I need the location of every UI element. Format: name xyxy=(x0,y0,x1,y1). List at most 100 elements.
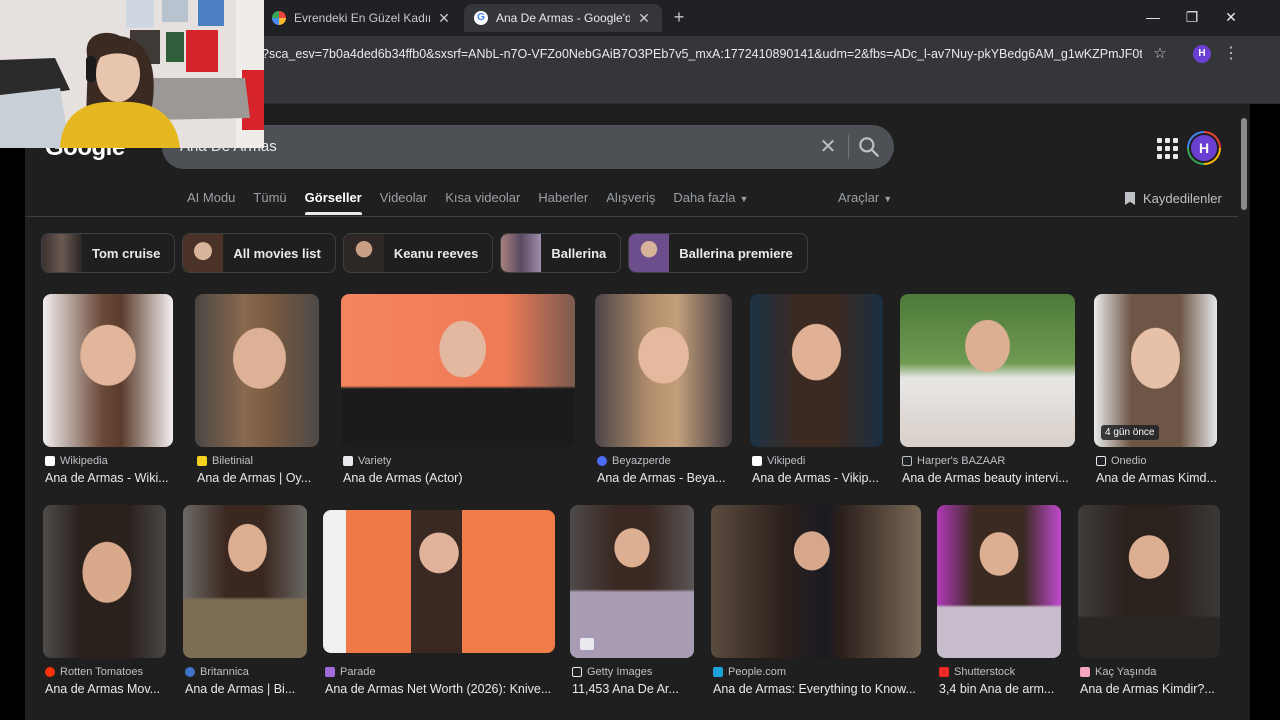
browser-tab[interactable]: Evrendeki En Güzel Kadın (En G ✕ xyxy=(262,4,462,32)
result-source[interactable]: Getty Images xyxy=(572,666,652,678)
chip-tom-cruise[interactable]: Tom cruise xyxy=(41,233,176,273)
page-scrollbar[interactable] xyxy=(1238,104,1250,720)
result-image[interactable] xyxy=(43,294,173,447)
camera-icon xyxy=(580,638,594,650)
tab-images[interactable]: Görseller xyxy=(296,190,371,216)
result-image[interactable] xyxy=(341,294,575,447)
result-image[interactable] xyxy=(570,505,694,658)
chip-ballerina-premiere[interactable]: Ballerina premiere xyxy=(628,233,808,273)
variety-icon xyxy=(343,456,353,466)
source-label: Shutterstock xyxy=(954,666,1016,678)
source-label: People.com xyxy=(728,666,787,678)
result-source[interactable]: Vikipedi xyxy=(752,455,805,467)
result-image[interactable]: 4 gün önce xyxy=(1094,294,1217,447)
source-label: Harper's BAZAAR xyxy=(917,455,1006,467)
search-box[interactable]: Ana De Armas ✕ xyxy=(162,125,894,169)
account-avatar[interactable]: H xyxy=(1187,131,1221,165)
close-tab-icon[interactable]: ✕ xyxy=(636,10,652,27)
tab-title: Evrendeki En Güzel Kadın (En G xyxy=(294,11,430,25)
browser-profile-avatar[interactable]: H xyxy=(1193,45,1211,63)
result-source[interactable]: People.com xyxy=(713,666,786,678)
tab-more[interactable]: Daha fazla ▼ xyxy=(664,190,757,216)
result-caption[interactable]: Ana de Armas - Wiki... xyxy=(45,471,175,485)
harpers-bazaar-icon xyxy=(902,456,912,466)
chip-keanu-reeves[interactable]: Keanu reeves xyxy=(342,233,494,273)
result-caption[interactable]: Ana de Armas Net Worth (2026): Knive... xyxy=(325,682,557,696)
result-source[interactable]: Harper's BAZAAR xyxy=(902,455,1005,467)
result-source[interactable]: Biletinial xyxy=(197,455,253,467)
chip-thumbnail xyxy=(343,234,384,272)
minimize-button[interactable]: — xyxy=(1141,6,1165,28)
saved-link[interactable]: Kaydedilenler xyxy=(1125,191,1222,206)
google-apps-icon[interactable] xyxy=(1153,134,1179,160)
result-image[interactable] xyxy=(937,505,1061,658)
result-image[interactable] xyxy=(323,510,555,653)
tools-label: Araçlar xyxy=(838,190,880,205)
result-image[interactable] xyxy=(195,294,319,447)
source-label: Kaç Yaşında xyxy=(1095,666,1157,678)
result-source[interactable]: Rotten Tomatoes xyxy=(45,666,143,678)
tab-news[interactable]: Haberler xyxy=(529,190,597,216)
scrollbar-thumb[interactable] xyxy=(1241,118,1247,210)
source-label: Parade xyxy=(340,666,376,678)
browser-menu-icon[interactable]: ⋮ xyxy=(1222,42,1240,66)
result-caption[interactable]: 11,453 Ana De Ar... xyxy=(572,682,696,696)
result-caption[interactable]: Ana de Armas | Bi... xyxy=(185,682,309,696)
result-source[interactable]: Onedio xyxy=(1096,455,1146,467)
result-source[interactable]: Parade xyxy=(325,666,375,678)
result-image[interactable] xyxy=(1078,505,1220,658)
result-source[interactable]: Variety xyxy=(343,455,391,467)
result-caption[interactable]: Ana de Armas Kimd... xyxy=(1096,471,1219,485)
close-tab-icon[interactable]: ✕ xyxy=(436,10,452,27)
tools-menu[interactable]: Araçlar ▼ xyxy=(838,190,892,205)
chip-all-movies-list[interactable]: All movies list xyxy=(182,233,336,273)
britannica-icon xyxy=(185,667,195,677)
tab-all[interactable]: Tümü xyxy=(244,190,295,216)
close-window-button[interactable]: ✕ xyxy=(1219,6,1243,28)
chip-thumbnail xyxy=(501,234,542,272)
result-source[interactable]: Beyazperde xyxy=(597,455,671,467)
result-caption[interactable]: Ana de Armas beauty intervi... xyxy=(902,471,1077,485)
result-image[interactable] xyxy=(711,505,921,658)
result-caption[interactable]: Ana de Armas - Beya... xyxy=(597,471,734,485)
bookmark-icon xyxy=(1125,192,1135,205)
vikipedi-icon xyxy=(752,456,762,466)
search-icon[interactable] xyxy=(856,134,882,160)
result-caption[interactable]: Ana de Armas - Vikip... xyxy=(752,471,885,485)
tab-shopping[interactable]: Alışveriş xyxy=(597,190,664,216)
search-nav-tabs: AI Modu Tümü Görseller Videolar Kısa vid… xyxy=(178,190,757,216)
result-image[interactable] xyxy=(183,505,307,658)
browser-tab-active[interactable]: G Ana De Armas - Google'da Ara ✕ xyxy=(464,4,662,32)
result-caption[interactable]: Ana de Armas: Everything to Know... xyxy=(713,682,923,696)
chip-thumbnail xyxy=(629,234,670,272)
bookmark-star-icon[interactable]: ☆ xyxy=(1150,42,1170,66)
source-label: Wikipedia xyxy=(60,455,108,467)
address-bar[interactable]: ?sca_esv=7b0a4ded6b34ffb0&sxsrf=ANbL-n7O… xyxy=(262,42,1142,66)
window-edge xyxy=(1250,104,1280,720)
result-image[interactable] xyxy=(595,294,732,447)
maximize-button[interactable]: ❐ xyxy=(1180,6,1204,28)
kac-yasinda-icon xyxy=(1080,667,1090,677)
clear-search-icon[interactable]: ✕ xyxy=(814,133,842,161)
tab-more-label: Daha fazla xyxy=(673,190,736,205)
onedio-icon xyxy=(1096,456,1106,466)
new-tab-button[interactable]: + xyxy=(668,6,690,28)
result-caption[interactable]: Ana de Armas Kimdir?... xyxy=(1080,682,1222,696)
tab-ai-mode[interactable]: AI Modu xyxy=(178,190,244,216)
wikipedia-icon xyxy=(45,456,55,466)
result-image[interactable] xyxy=(43,505,166,658)
tab-videos[interactable]: Videolar xyxy=(371,190,436,216)
chip-ballerina[interactable]: Ballerina xyxy=(500,233,622,273)
result-source[interactable]: Kaç Yaşında xyxy=(1080,666,1156,678)
result-source[interactable]: Shutterstock xyxy=(939,666,1015,678)
result-caption[interactable]: Ana de Armas (Actor) xyxy=(343,471,577,485)
tab-short-videos[interactable]: Kısa videolar xyxy=(436,190,529,216)
result-image[interactable] xyxy=(750,294,883,447)
result-caption[interactable]: Ana de Armas Mov... xyxy=(45,682,168,696)
result-source[interactable]: Britannica xyxy=(185,666,249,678)
result-caption[interactable]: Ana de Armas | Oy... xyxy=(197,471,321,485)
chip-thumbnail xyxy=(183,234,224,272)
result-image[interactable] xyxy=(900,294,1075,447)
result-caption[interactable]: 3,4 bin Ana de arm... xyxy=(939,682,1063,696)
result-source[interactable]: Wikipedia xyxy=(45,455,108,467)
